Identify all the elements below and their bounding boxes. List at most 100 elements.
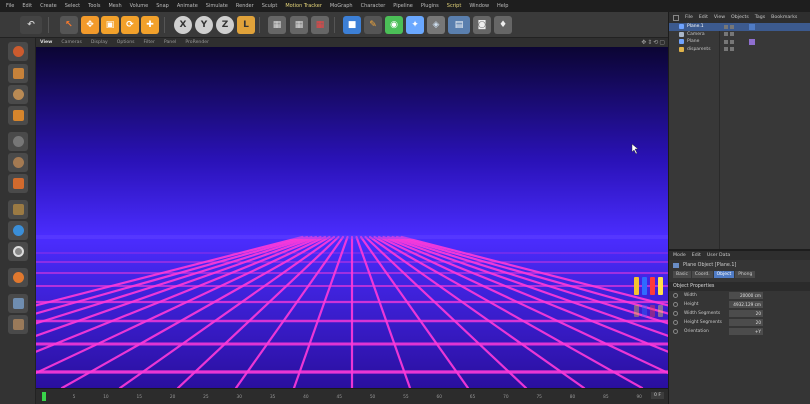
render-visibility-icon[interactable] — [730, 32, 734, 37]
pen-spline-icon[interactable]: ✎ — [364, 16, 382, 34]
attribute-tab-phong[interactable]: Phong — [735, 271, 756, 278]
visibility-flags[interactable] — [724, 24, 734, 29]
points-mode-icon[interactable] — [8, 132, 28, 151]
menu-render[interactable]: Render — [236, 3, 254, 9]
attribute-value-field[interactable]: 20000 cm — [729, 292, 763, 299]
tweak-mode-icon[interactable] — [8, 221, 28, 240]
menu-sculpt[interactable]: Sculpt — [262, 3, 278, 9]
viewport-tab-prorender[interactable]: ProRender — [185, 40, 209, 45]
render-visibility-icon[interactable] — [730, 47, 734, 52]
editor-visibility-icon[interactable] — [724, 32, 728, 37]
deformer-icon[interactable]: ◈ — [427, 16, 445, 34]
menu-simulate[interactable]: Simulate — [206, 3, 228, 9]
menu-window[interactable]: Window — [469, 3, 489, 9]
attribute-tab-object[interactable]: Object — [713, 271, 735, 278]
object-name[interactable]: disparents — [687, 47, 727, 52]
object-row[interactable]: disparents — [669, 46, 810, 54]
menu-create[interactable]: Create — [40, 3, 57, 9]
timeline-ruler[interactable]: 051015202530354045505560657075808590 — [42, 389, 642, 404]
render-settings-icon[interactable]: ▦ — [311, 16, 329, 34]
camera-icon[interactable]: ◙ — [473, 16, 491, 34]
add-object-icon[interactable]: ✚ — [141, 16, 159, 34]
manager-layout-icon[interactable] — [673, 14, 679, 21]
rotate-tool-icon[interactable]: ⟳ — [121, 16, 139, 34]
solo-mode-icon[interactable] — [8, 242, 28, 261]
axis-mode-icon[interactable] — [8, 200, 28, 219]
menu-plugins[interactable]: Plugins — [421, 3, 439, 9]
playhead[interactable] — [42, 392, 46, 401]
viewport-tab-display[interactable]: Display — [91, 40, 108, 45]
object-name[interactable]: Camera — [687, 32, 727, 37]
y-axis-lock-icon[interactable]: Y — [195, 16, 213, 34]
subdivision-surface-icon[interactable]: ◉ — [385, 16, 403, 34]
render-visibility-icon[interactable] — [730, 39, 734, 44]
menu-pipeline[interactable]: Pipeline — [393, 3, 413, 9]
editor-visibility-icon[interactable] — [724, 39, 728, 44]
viewport-tab-view[interactable]: View — [40, 40, 52, 45]
attribute-tab-coord[interactable]: Coord. — [691, 271, 713, 278]
material-tag-icon[interactable] — [749, 38, 755, 45]
polygons-mode-icon[interactable] — [8, 174, 28, 193]
locked-workplane-icon[interactable] — [8, 294, 28, 313]
viewport-tab-panel[interactable]: Panel — [164, 40, 176, 45]
planar-workplane-icon[interactable] — [8, 315, 28, 334]
menu-animate[interactable]: Animate — [177, 3, 198, 9]
menu-select[interactable]: Select — [65, 3, 80, 9]
scale-tool-icon[interactable]: ▣ — [101, 16, 119, 34]
om-menu-view[interactable]: View — [714, 15, 725, 20]
cylinder-object[interactable] — [658, 277, 663, 295]
make-editable-icon[interactable] — [8, 42, 28, 61]
menu-file[interactable]: File — [6, 3, 14, 9]
menu-mograph[interactable]: MoGraph — [330, 3, 353, 9]
animate-keyframe-icon[interactable] — [673, 311, 678, 316]
timeline[interactable]: 051015202530354045505560657075808590 0 F — [36, 388, 668, 404]
render-view-icon[interactable]: ▦ — [268, 16, 286, 34]
edges-mode-icon[interactable] — [8, 153, 28, 172]
undo-icon[interactable]: ↶ — [20, 16, 42, 34]
om-menu-objects[interactable]: Objects — [731, 15, 749, 20]
object-row[interactable]: Plane — [669, 38, 810, 46]
menu-mesh[interactable]: Mesh — [108, 3, 121, 9]
coordinate-system-icon[interactable]: L — [237, 16, 255, 34]
perspective-viewport[interactable] — [36, 47, 668, 388]
object-row[interactable]: Camera — [669, 31, 810, 39]
viewport-scene[interactable] — [36, 47, 668, 388]
om-menu-file[interactable]: File — [685, 15, 693, 20]
menu-snap[interactable]: Snap — [156, 3, 169, 9]
am-menu-edit[interactable]: Edit — [692, 253, 701, 258]
visibility-flags[interactable] — [724, 32, 734, 37]
workplane-icon[interactable] — [8, 106, 28, 125]
viewport-tab-options[interactable]: Options — [117, 40, 135, 45]
attribute-value-field[interactable]: +Y — [729, 328, 763, 335]
object-row[interactable]: Plane.1 — [669, 23, 810, 31]
attribute-value-field[interactable]: 20 — [729, 310, 763, 317]
animate-keyframe-icon[interactable] — [673, 329, 678, 334]
light-icon[interactable]: ♦ — [494, 16, 512, 34]
render-picture-viewer-icon[interactable]: ▦ — [290, 16, 308, 34]
visibility-flags[interactable] — [724, 39, 734, 44]
menu-volume[interactable]: Volume — [130, 3, 149, 9]
menu-motion-tracker[interactable]: Motion Tracker — [285, 3, 322, 9]
om-menu-bookmarks[interactable]: Bookmarks — [771, 15, 797, 20]
viewport-navigation-icons[interactable]: ✥⇕⟲▢ — [641, 39, 666, 46]
am-menu-user-data[interactable]: User Data — [707, 253, 730, 258]
material-tag-icon[interactable] — [749, 23, 755, 30]
end-frame-field[interactable]: 0 F — [650, 392, 664, 399]
cylinder-object[interactable] — [642, 277, 647, 295]
snapping-icon[interactable] — [8, 268, 28, 287]
attribute-tab-basic[interactable]: Basic — [673, 271, 691, 278]
viewport-tab-cameras[interactable]: Cameras — [61, 40, 81, 45]
menu-help[interactable]: Help — [497, 3, 508, 9]
move-tool-icon[interactable]: ✥ — [81, 16, 99, 34]
viewport-tab-filter[interactable]: Filter — [144, 40, 155, 45]
menu-tools[interactable]: Tools — [88, 3, 100, 9]
render-visibility-icon[interactable] — [730, 24, 734, 29]
cloner-icon[interactable]: ✦ — [406, 16, 424, 34]
texture-mode-icon[interactable] — [8, 85, 28, 104]
am-menu-mode[interactable]: Mode — [673, 253, 686, 258]
menu-edit[interactable]: Edit — [22, 3, 32, 9]
om-menu-edit[interactable]: Edit — [699, 15, 708, 20]
model-mode-icon[interactable] — [8, 64, 28, 83]
attribute-value-field[interactable]: 4932.129 cm — [729, 301, 763, 308]
z-axis-lock-icon[interactable]: Z — [216, 16, 234, 34]
